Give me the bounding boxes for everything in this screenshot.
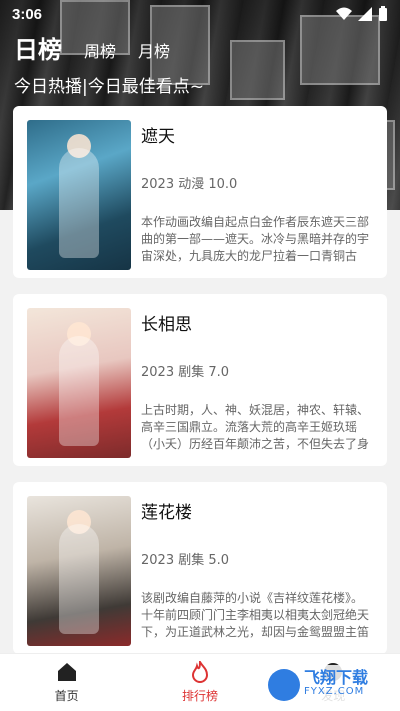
item-title: 遮天 xyxy=(141,127,175,147)
poster-image xyxy=(27,496,131,646)
item-meta: 2023 剧集 7.0 xyxy=(141,365,230,380)
watermark-cn: 飞翔下载 xyxy=(304,668,369,687)
item-description: 本作动画改编自起点白金作者辰东遮天三部曲的第一部——遮天。冰冷与黑暗并存的宇宙深… xyxy=(141,215,370,263)
list-item[interactable]: 遮天 2023 动漫 10.0 本作动画改编自起点白金作者辰东遮天三部曲的第一部… xyxy=(13,106,387,278)
battery-icon xyxy=(379,6,387,21)
item-description: 该剧改编自藤萍的小说《吉祥纹莲花楼》。十年前四顾门门主李相夷以相夷太剑冠绝天下，… xyxy=(141,591,370,639)
poster-image xyxy=(27,308,131,458)
ranking-tabs: 日榜 周榜 月榜 xyxy=(14,30,170,65)
item-title: 莲花楼 xyxy=(141,503,192,523)
tab-daily[interactable]: 日榜 xyxy=(14,30,62,65)
home-icon xyxy=(57,663,76,681)
page-subtitle: 今日热播|今日最佳看点~ xyxy=(14,77,204,97)
list-item[interactable]: 莲花楼 2023 剧集 5.0 该剧改编自藤萍的小说《吉祥纹莲花楼》。十年前四顾… xyxy=(13,482,387,654)
signal-icon xyxy=(358,7,372,21)
item-title: 长相思 xyxy=(141,315,192,335)
nav-home[interactable]: 首页 xyxy=(27,661,107,704)
item-meta: 2023 动漫 10.0 xyxy=(141,177,238,192)
watermark-logo: 飞翔下载 FYXZ.COM xyxy=(264,665,394,705)
list-item[interactable]: 长相思 2023 剧集 7.0 上古时期，人、神、妖混居，神农、轩辕、高辛三国鼎… xyxy=(13,294,387,466)
ranking-list: 遮天 2023 动漫 10.0 本作动画改编自起点白金作者辰东遮天三部曲的第一部… xyxy=(13,106,387,670)
nav-home-label: 首页 xyxy=(54,689,79,703)
status-time: 3:06 xyxy=(12,5,43,23)
tab-weekly[interactable]: 周榜 xyxy=(84,38,116,65)
watermark-icon xyxy=(268,669,300,701)
fire-icon xyxy=(191,661,208,683)
watermark-en: FYXZ.COM xyxy=(304,686,365,697)
nav-ranking-label: 排行榜 xyxy=(181,689,218,703)
item-description: 上古时期，人、神、妖混居，神农、轩辕、高辛三国鼎立。流落大荒的高辛王姬玖瑶（小夭… xyxy=(141,403,370,451)
wifi-icon xyxy=(336,7,352,20)
nav-ranking[interactable]: 排行榜 xyxy=(160,661,240,704)
status-bar: 3:06 xyxy=(0,0,400,28)
poster-image xyxy=(27,120,131,270)
item-meta: 2023 剧集 5.0 xyxy=(141,553,230,568)
tab-monthly[interactable]: 月榜 xyxy=(138,38,170,65)
